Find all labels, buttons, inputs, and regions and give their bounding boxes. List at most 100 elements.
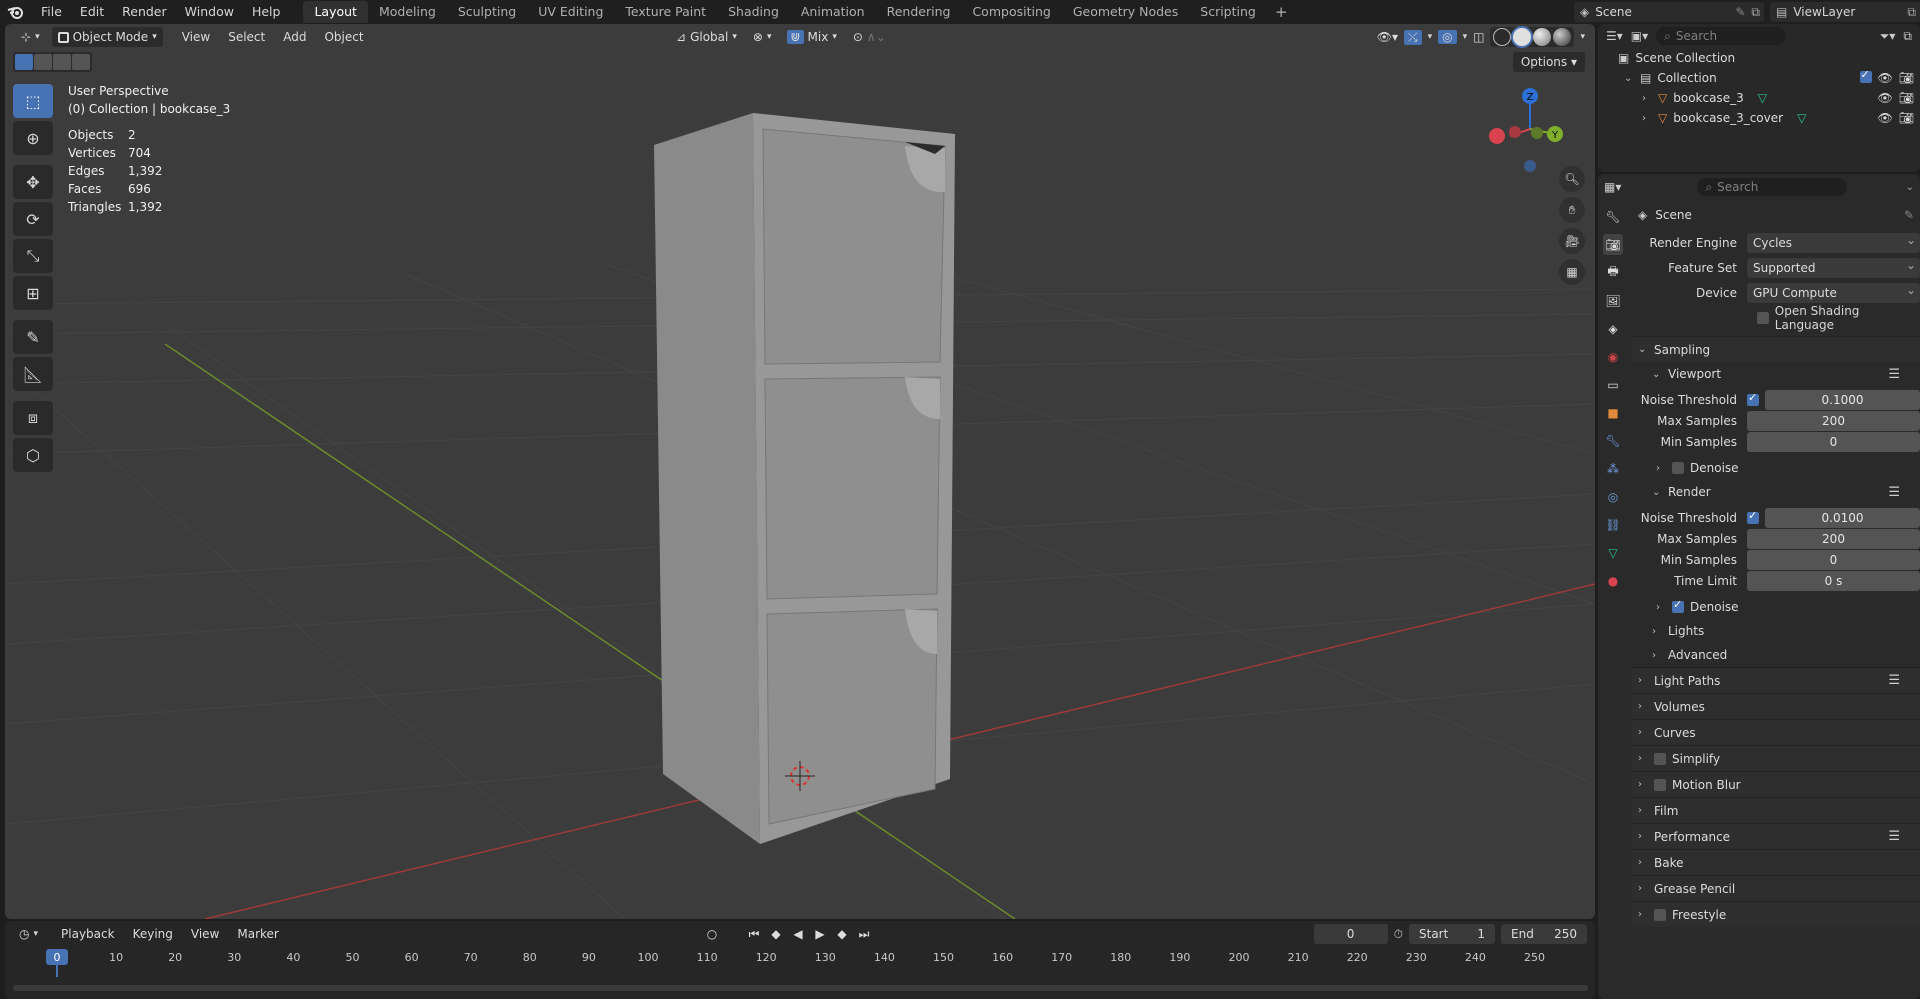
annotate-tool[interactable]: ✎ xyxy=(13,320,53,354)
eye-icon[interactable]: 👁︎ xyxy=(1878,71,1893,85)
new-view-layer-icon[interactable]: ⧉ xyxy=(1907,5,1916,20)
wireframe-shading-icon[interactable] xyxy=(1493,28,1512,46)
sampling-panel-header[interactable]: ⌄ Sampling xyxy=(1632,336,1920,362)
tab-uv-editing[interactable]: UV Editing xyxy=(527,1,614,23)
r-denoise-checkbox[interactable] xyxy=(1672,598,1684,613)
outliner-search-input[interactable]: ⌕ Search xyxy=(1656,27,1787,45)
freestyle-checkbox[interactable] xyxy=(1654,908,1666,921)
r-noise-threshold-field[interactable]: 0.0100 xyxy=(1765,508,1920,528)
display-mode-icon[interactable]: ▣▾ xyxy=(1631,29,1648,43)
menu-help[interactable]: Help xyxy=(243,0,290,24)
vp-denoise-checkbox[interactable] xyxy=(1672,462,1684,474)
chevron-down-icon[interactable]: ▾ xyxy=(1428,32,1433,42)
new-scene-icon[interactable]: ⧉ xyxy=(1751,5,1760,20)
presets-list-icon[interactable]: ☰ xyxy=(1888,673,1900,688)
presets-list-icon[interactable]: ☰ xyxy=(1888,829,1900,844)
play-reverse-icon[interactable]: ◀ xyxy=(788,924,808,944)
navigation-gizmo[interactable]: Z Y xyxy=(1485,84,1575,174)
advanced-subpanel[interactable]: › Advanced xyxy=(1632,643,1920,667)
data-tab-icon[interactable]: ▽ xyxy=(1603,542,1623,563)
add-cube-tool[interactable]: ⧈ xyxy=(13,401,53,435)
grease-pencil-panel[interactable]: › Grease Pencil xyxy=(1632,875,1920,901)
output-tab-icon[interactable]: 🖶 xyxy=(1603,262,1623,283)
render-subpanel-header[interactable]: ⌄ Render ☰ xyxy=(1632,480,1920,504)
menu-timeline-view[interactable]: View xyxy=(182,927,228,941)
blender-logo-icon[interactable] xyxy=(0,0,32,24)
tab-sculpting[interactable]: Sculpting xyxy=(447,1,527,23)
menu-marker[interactable]: Marker xyxy=(228,927,287,941)
scene-tab-icon[interactable]: ◈ xyxy=(1603,318,1623,339)
tab-rendering[interactable]: Rendering xyxy=(876,1,962,23)
expand-arrow-icon[interactable]: ⌄ xyxy=(1624,73,1634,84)
lights-subpanel[interactable]: › Lights xyxy=(1632,619,1920,643)
gizmo-toggle-icon[interactable]: ⤯ xyxy=(1403,29,1422,45)
tab-geometry-nodes[interactable]: Geometry Nodes xyxy=(1062,1,1189,23)
material-tab-icon[interactable]: ● xyxy=(1603,570,1623,591)
volumes-panel[interactable]: › Volumes xyxy=(1632,693,1920,719)
menu-file[interactable]: File xyxy=(32,0,71,24)
orientation-dropdown[interactable]: ⊿ Global ▾ xyxy=(670,27,743,47)
presets-list-icon[interactable]: ☰ xyxy=(1888,485,1900,500)
properties-search-input[interactable]: ⌕ Search xyxy=(1697,178,1848,196)
menu-window[interactable]: Window xyxy=(176,0,243,24)
tab-modeling[interactable]: Modeling xyxy=(368,1,447,23)
scene-collection-row[interactable]: ▣ Scene Collection xyxy=(1598,48,1920,68)
3d-viewport[interactable]: ⊹ ▾ Object Mode ▾ View Select Add Object … xyxy=(5,24,1595,919)
pivot-dropdown[interactable]: ⊗ ▾ xyxy=(747,27,778,47)
camera-icon[interactable]: 📷︎ xyxy=(1899,111,1914,125)
timeline-scrollbar[interactable] xyxy=(13,985,1588,991)
motion-blur-panel[interactable]: › Motion Blur xyxy=(1632,771,1920,797)
options-dropdown[interactable]: Options ▾ xyxy=(1512,52,1585,72)
eye-icon[interactable]: 👁︎ xyxy=(1878,91,1893,105)
scene-selector[interactable]: ◈ Scene ✎ ⧉ xyxy=(1574,2,1764,22)
neg-x-axis-handle[interactable] xyxy=(1509,126,1521,138)
neg-z-axis-handle[interactable] xyxy=(1524,160,1536,172)
stopwatch-icon[interactable]: ⏱ xyxy=(1394,927,1403,942)
expand-arrow-icon[interactable]: › xyxy=(1642,113,1652,124)
collection-tab-icon[interactable]: ▭ xyxy=(1603,374,1623,395)
motion-blur-checkbox[interactable] xyxy=(1654,778,1666,791)
camera-icon[interactable]: 📷︎ xyxy=(1899,91,1914,105)
next-keyframe-icon[interactable]: ◆ xyxy=(832,924,852,944)
tab-layout[interactable]: Layout xyxy=(303,1,368,23)
render-engine-dropdown[interactable]: Cycles xyxy=(1747,230,1920,253)
tab-compositing[interactable]: Compositing xyxy=(961,1,1061,23)
vp-noise-threshold-checkbox[interactable] xyxy=(1747,391,1759,406)
light-paths-panel[interactable]: › Light Paths ☰ xyxy=(1632,667,1920,693)
auto-key-record-icon[interactable]: ○ xyxy=(702,924,722,944)
vp-denoise-subpanel[interactable]: › Denoise xyxy=(1632,456,1920,480)
menu-keying[interactable]: Keying xyxy=(124,927,182,941)
tool-tab-icon[interactable]: 🔧︎ xyxy=(1603,206,1623,227)
x-axis-handle[interactable] xyxy=(1489,128,1505,144)
particles-tab-icon[interactable]: ⁂ xyxy=(1603,458,1623,479)
jump-start-icon[interactable]: ⏮ xyxy=(744,924,764,944)
select-intersect-icon[interactable] xyxy=(72,54,90,70)
world-tab-icon[interactable]: ◉ xyxy=(1603,346,1623,367)
object-tab-icon[interactable]: ■ xyxy=(1603,402,1623,423)
select-new-icon[interactable] xyxy=(15,54,33,70)
curves-panel[interactable]: › Curves xyxy=(1632,719,1920,745)
viewport-subpanel-header[interactable]: ⌄ Viewport ☰ xyxy=(1632,362,1920,386)
outliner-item-bookcase-3[interactable]: › ▽ bookcase_3 ▽ 👁︎ 📷︎ xyxy=(1598,88,1920,108)
menu-select[interactable]: Select xyxy=(219,30,274,44)
constraints-tab-icon[interactable]: ⛓︎ xyxy=(1603,514,1623,535)
start-frame-field[interactable]: Start 1 xyxy=(1409,924,1495,944)
r-denoise-subpanel[interactable]: › Denoise xyxy=(1632,595,1920,619)
camera-view-icon[interactable]: 🎥︎ xyxy=(1559,228,1585,254)
menu-object[interactable]: Object xyxy=(315,30,372,44)
tab-animation[interactable]: Animation xyxy=(790,1,876,23)
freestyle-panel[interactable]: › Freestyle xyxy=(1632,901,1920,927)
outliner-editor-icon[interactable]: ☰▾ xyxy=(1606,29,1623,43)
scale-tool[interactable]: ⤡ xyxy=(13,239,53,273)
jump-end-icon[interactable]: ⏭ xyxy=(854,924,874,944)
pin-icon[interactable]: ✎ xyxy=(1735,5,1745,19)
tab-texture-paint[interactable]: Texture Paint xyxy=(614,1,717,23)
properties-editor-icon[interactable]: ▦▾ xyxy=(1604,180,1621,194)
end-frame-field[interactable]: End 250 xyxy=(1501,924,1587,944)
add-mesh-tool[interactable]: ⬡ xyxy=(13,438,53,472)
timeline-editor-type-button[interactable]: ◷ ▾ xyxy=(13,924,44,944)
pan-hand-icon[interactable]: ✋︎ xyxy=(1559,197,1585,223)
r-time-limit-field[interactable]: 0 s xyxy=(1747,571,1920,591)
bookcase-model[interactable] xyxy=(654,113,955,844)
snap-dropdown[interactable]: ⋓ Mix ▾ xyxy=(781,27,842,47)
